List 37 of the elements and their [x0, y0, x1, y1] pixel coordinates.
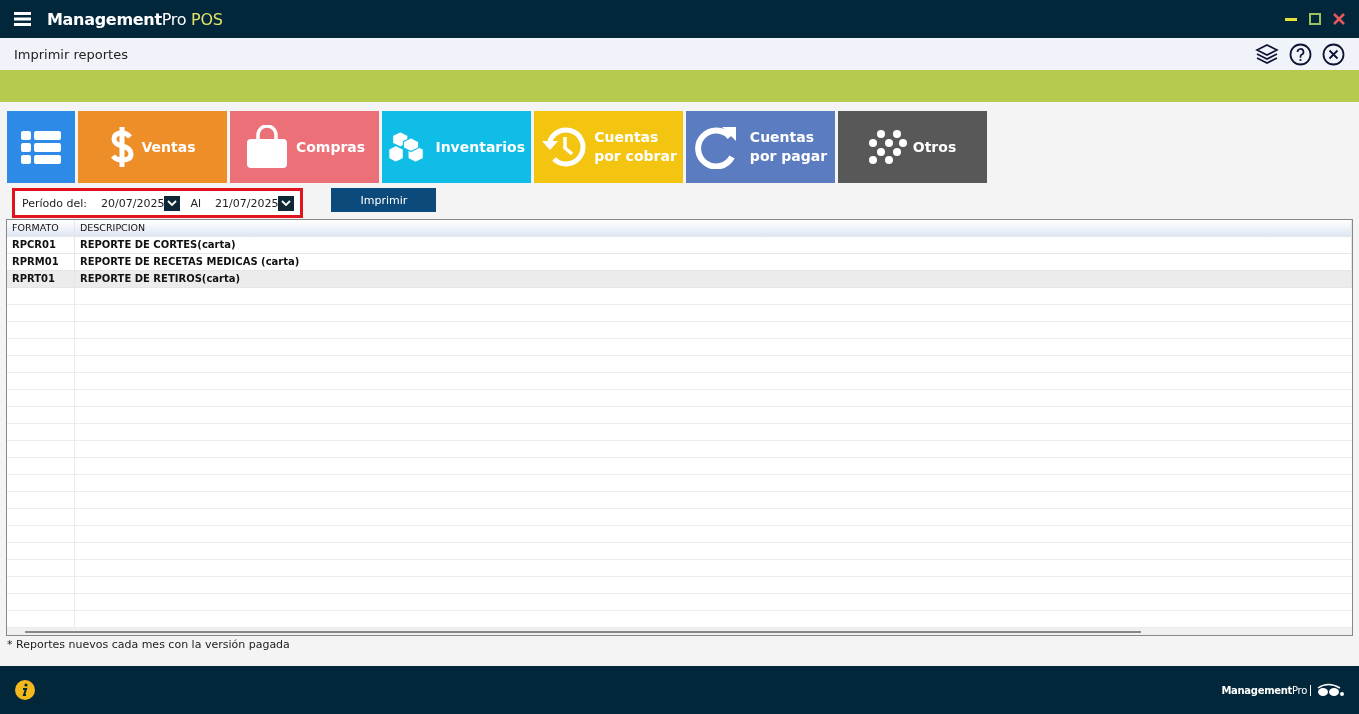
footer-logo-text: ManagementPro — [1221, 684, 1311, 696]
logo-icon — [1315, 682, 1345, 698]
caret-icon — [167, 199, 178, 207]
close-icon[interactable] — [1322, 42, 1345, 66]
date-picker[interactable]: 21/07/2025 — [215, 195, 295, 211]
footnote: * Reportes nuevos cada mes con la versión pagada — [6, 637, 291, 653]
history-icon — [540, 125, 589, 169]
scrollbar-thumb[interactable] — [25, 630, 1141, 633]
table-row[interactable]: RPCR01 REPORTE DE CORTES(carta) — [7, 237, 1352, 254]
column-header: FORMATO — [7, 220, 75, 236]
table-cell: REPORTE DE RECETAS MEDICAS (carta) — [75, 254, 1352, 270]
maximize-icon[interactable] — [1309, 13, 1321, 25]
table-cell: RPCR01 — [7, 237, 75, 253]
print-button[interactable]: Imprimir — [331, 188, 437, 212]
table-row[interactable]: RPRT01 REPORTE DE RETIROS(carta) — [7, 271, 1352, 288]
table-cell: RPRT01 — [7, 271, 75, 287]
layers-icon[interactable] — [1255, 43, 1279, 65]
date-picker[interactable]: 20/07/2025 — [101, 195, 181, 211]
category-tile[interactable] — [7, 111, 75, 183]
table-cell: REPORTE DE RETIROS(carta) — [75, 271, 1352, 287]
to-label: Al — [190, 196, 202, 210]
category-tile[interactable]: Cuentas por pagar — [686, 111, 835, 183]
category-tile[interactable]: Otros — [838, 111, 987, 183]
column-header: DESCRIPCION — [75, 220, 1352, 236]
table-row[interactable]: RPRM01 REPORTE DE RECETAS MEDICAS (carta) — [7, 254, 1352, 271]
dollar-icon — [109, 125, 136, 169]
page-title: Imprimir reportes — [14, 46, 128, 62]
period-label: Período del: — [22, 196, 88, 210]
horizontal-scrollbar[interactable] — [7, 628, 1352, 635]
menu-icon[interactable] — [14, 12, 31, 26]
caret-icon — [281, 199, 292, 207]
help-icon[interactable] — [1289, 42, 1312, 66]
minimize-icon[interactable] — [1285, 17, 1297, 21]
app-title: ManagementPro POS — [47, 9, 223, 29]
info-icon[interactable] — [14, 679, 36, 701]
table-cell: RPRM01 — [7, 254, 75, 270]
table-cell: REPORTE DE CORTES(carta) — [75, 237, 1352, 253]
